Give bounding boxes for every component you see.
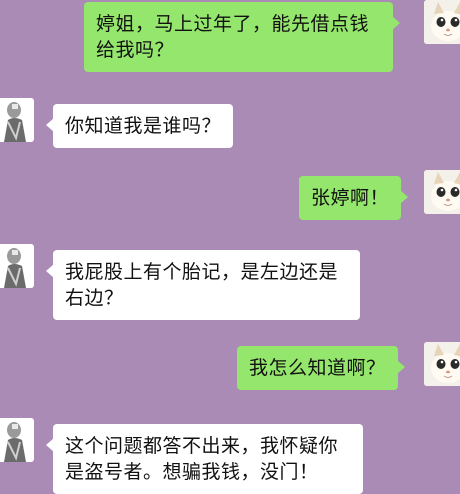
cat-avatar-icon[interactable] (424, 170, 460, 214)
message-text: 婷姐，马上过年了，能先借点钱给我吗？ (96, 13, 370, 61)
figurine-avatar-icon[interactable] (0, 98, 34, 142)
my-message-bubble[interactable]: 婷姐，马上过年了，能先借点钱给我吗？ (84, 2, 400, 72)
message-text: 张婷啊！ (311, 187, 390, 209)
message-text: 我怎么知道啊？ (249, 357, 386, 379)
message-text: 你知道我是谁吗？ (65, 115, 222, 137)
my-message-bubble[interactable]: 张婷啊！ (299, 176, 409, 220)
their-message-bubble[interactable]: 这个问题都答不出来，我怀疑你是盗号者。想骗我钱，没门！ (46, 424, 363, 494)
their-message-bubble[interactable]: 我屁股上有个胎记，是左边还是右边？ (46, 250, 360, 320)
my-message-bubble[interactable]: 我怎么知道啊？ (237, 346, 405, 390)
figurine-avatar-icon[interactable] (0, 244, 34, 288)
message-text: 我屁股上有个胎记，是左边还是右边？ (65, 261, 339, 309)
figurine-avatar-icon[interactable] (0, 418, 34, 462)
message-text: 这个问题都答不出来，我怀疑你是盗号者。想骗我钱，没门！ (65, 435, 339, 483)
cat-avatar-icon[interactable] (424, 342, 460, 386)
their-message-bubble[interactable]: 你知道我是谁吗？ (45, 104, 234, 148)
cat-avatar-icon[interactable] (424, 0, 460, 44)
